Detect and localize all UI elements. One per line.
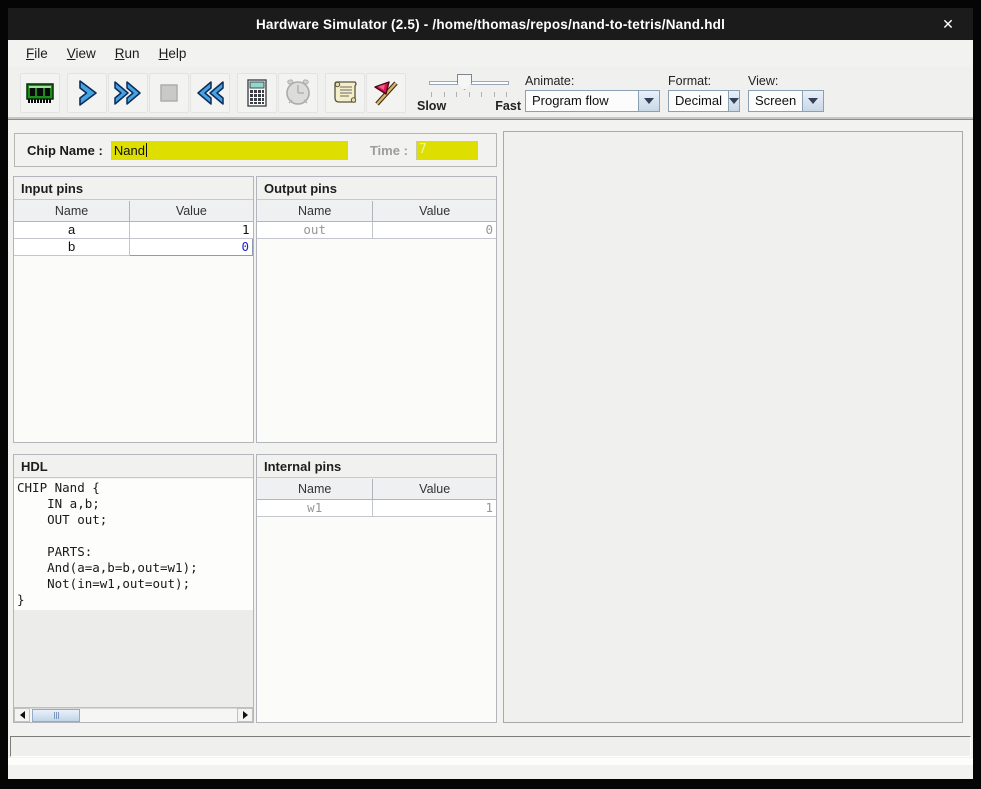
input-pins-title: Input pins xyxy=(14,177,253,200)
table-row: out 0 xyxy=(257,221,496,238)
format-select[interactable]: Decimal xyxy=(668,90,740,112)
main-content: Chip Name : Nand Time : 7 Input pins xyxy=(8,120,973,779)
menu-view[interactable]: View xyxy=(59,43,104,64)
chip-name-text: Nand xyxy=(114,143,145,158)
table-row: w1 1 xyxy=(257,499,496,516)
scrollbar-track[interactable] xyxy=(30,708,237,722)
time-label: Time : xyxy=(370,143,408,158)
internal-pins-table: Name Value w1 1 xyxy=(257,479,496,722)
output-pins-title: Output pins xyxy=(257,177,496,200)
column-header-value: Value xyxy=(373,201,496,221)
chip-name-bar: Chip Name : Nand Time : 7 xyxy=(14,133,497,167)
clock-button xyxy=(278,73,318,113)
pin-value-editing[interactable]: 0 xyxy=(130,238,253,255)
scroll-right-button[interactable] xyxy=(237,708,253,722)
internal-pins-title: Internal pins xyxy=(257,455,496,478)
table-row: a 1 xyxy=(14,221,253,238)
pin-name: w1 xyxy=(257,499,373,516)
view-group: View: Screen xyxy=(748,74,824,112)
breakpoints-button[interactable] xyxy=(366,73,406,113)
chevron-down-icon[interactable] xyxy=(728,91,739,111)
bottom-strip xyxy=(8,758,973,765)
table-row: b 0 xyxy=(14,238,253,255)
menu-run[interactable]: Run xyxy=(107,43,148,64)
menu-help[interactable]: Help xyxy=(151,43,195,64)
single-step-icon xyxy=(71,77,103,109)
output-pins-table: Name Value out 0 xyxy=(257,201,496,442)
time-input: 7 xyxy=(416,141,478,160)
pin-name: b xyxy=(14,238,130,255)
stop-icon xyxy=(153,77,185,109)
title-bar: Hardware Simulator (2.5) - /home/thomas/… xyxy=(8,8,973,40)
calculator-icon xyxy=(242,77,272,109)
clock-icon xyxy=(282,77,314,109)
view-value: Screen xyxy=(749,91,802,111)
pin-name: a xyxy=(14,221,130,238)
window-body: File View Run Help xyxy=(8,40,973,779)
run-icon xyxy=(111,77,145,109)
menu-bar: File View Run Help xyxy=(8,40,973,67)
animate-group: Animate: Program flow xyxy=(525,74,660,112)
column-header-value: Value xyxy=(373,479,496,499)
chip-name-label: Chip Name : xyxy=(27,143,103,158)
rewind-icon xyxy=(193,77,227,109)
animate-value: Program flow xyxy=(526,91,638,111)
input-pins-table: Name Value a 1 b 0 xyxy=(14,201,253,442)
view-select[interactable]: Screen xyxy=(748,90,824,112)
format-value: Decimal xyxy=(669,91,728,111)
output-pins-panel: Output pins Name Value out 0 xyxy=(256,176,497,443)
text-caret xyxy=(146,143,147,157)
input-pins-panel: Input pins Name Value a 1 xyxy=(13,176,254,443)
hdl-code[interactable]: CHIP Nand { IN a,b; OUT out; PARTS: And(… xyxy=(14,479,253,610)
scroll-left-button[interactable] xyxy=(14,708,30,722)
pin-value: 1 xyxy=(373,499,496,516)
chip-name-input[interactable]: Nand xyxy=(111,141,348,160)
breakpoints-flag-icon xyxy=(370,77,402,109)
status-bar xyxy=(10,736,971,757)
calculator-button[interactable] xyxy=(237,73,277,113)
pin-value[interactable]: 1 xyxy=(130,221,253,238)
column-header-value: Value xyxy=(130,201,253,221)
toolbar: Slow Fast Animate: Program flow Format: … xyxy=(8,67,973,120)
speed-slider-ticks xyxy=(431,92,507,97)
load-chip-icon xyxy=(24,77,56,109)
single-step-button[interactable] xyxy=(67,73,107,113)
pin-name: out xyxy=(257,221,373,238)
speed-slider-thumb[interactable] xyxy=(457,74,472,90)
view-hdl-button[interactable] xyxy=(325,73,365,113)
window-title: Hardware Simulator (2.5) - /home/thomas/… xyxy=(256,17,725,32)
speed-slider: Slow Fast xyxy=(423,72,515,114)
app-window: Hardware Simulator (2.5) - /home/thomas/… xyxy=(0,0,981,789)
chevron-down-icon[interactable] xyxy=(802,91,823,111)
column-header-name: Name xyxy=(257,479,373,499)
pin-value: 0 xyxy=(373,221,496,238)
animate-select[interactable]: Program flow xyxy=(525,90,660,112)
hdl-panel: HDL CHIP Nand { IN a,b; OUT out; PARTS: … xyxy=(13,454,254,723)
hdl-title: HDL xyxy=(14,455,253,478)
format-label: Format: xyxy=(668,74,740,88)
time-value: 7 xyxy=(419,142,427,157)
internal-pins-panel: Internal pins Name Value w1 1 xyxy=(256,454,497,723)
chevron-down-icon[interactable] xyxy=(638,91,659,111)
hdl-horizontal-scrollbar xyxy=(14,707,253,722)
slider-slow-label: Slow xyxy=(417,99,446,113)
slider-fast-label: Fast xyxy=(495,99,521,113)
stop-button xyxy=(149,73,189,113)
chip-display-area xyxy=(503,131,963,723)
run-button[interactable] xyxy=(108,73,148,113)
load-chip-button[interactable] xyxy=(20,73,60,113)
scrollbar-thumb[interactable] xyxy=(32,709,80,722)
close-button[interactable]: ✕ xyxy=(939,15,957,33)
menu-file[interactable]: File xyxy=(18,43,56,64)
column-header-name: Name xyxy=(257,201,373,221)
column-header-name: Name xyxy=(14,201,130,221)
hdl-script-icon xyxy=(329,77,361,109)
rewind-button[interactable] xyxy=(190,73,230,113)
format-group: Format: Decimal xyxy=(668,74,740,112)
view-label: View: xyxy=(748,74,824,88)
animate-label: Animate: xyxy=(525,74,660,88)
